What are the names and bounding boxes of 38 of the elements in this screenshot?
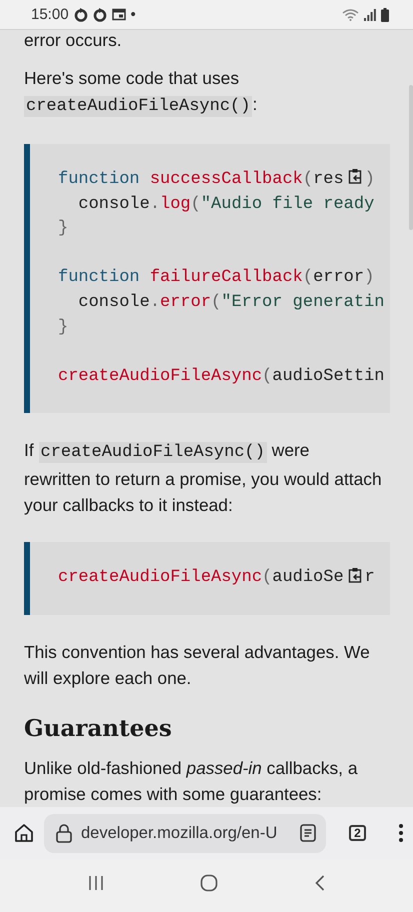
code-text: ): [364, 169, 375, 191]
calendar-icon: [112, 8, 126, 21]
home-icon[interactable]: [200, 874, 218, 892]
tab-count-button[interactable]: 2: [349, 825, 366, 841]
notification-dot: •: [130, 6, 136, 23]
signal-icon: [364, 8, 376, 20]
home-icon: [14, 823, 34, 843]
code-text: }: [58, 316, 68, 339]
address-bar[interactable]: developer.mozilla.org/en-U: [44, 814, 326, 852]
code-text: }: [58, 218, 68, 240]
code-text: console.log("Audio file ready: [77, 194, 374, 216]
status-time: 15:00: [31, 6, 69, 23]
reader-icon: [300, 824, 316, 842]
code-text: function successCallback(res: [58, 169, 344, 191]
code-text: createAudioFileAsync(audioSettin: [58, 366, 384, 388]
menu-icon: [398, 823, 404, 843]
code-text: r: [364, 567, 375, 590]
lock-icon: [56, 824, 72, 842]
code-text: console.error("Error generatin: [77, 292, 384, 314]
code-text: function failureCallback(error): [58, 267, 374, 290]
sync-icon: [92, 8, 107, 22]
recent-apps-icon[interactable]: [88, 874, 104, 890]
sync-icon: [74, 8, 88, 22]
code-text: createAudioFileAsync(audioSe: [58, 567, 344, 590]
paragraph: This convention has several advantages. We will explore each one.: [24, 640, 371, 690]
paragraph: If createAudioFileAsync() were rewritten to return a promise, you would attach your callbacks to it instead:: [24, 439, 383, 518]
back-icon[interactable]: [314, 874, 325, 890]
paragraph: Unlike old-fashioned passed-in callbacks, a promise comes with some guarantees:: [24, 756, 359, 806]
menu-button[interactable]: [398, 823, 404, 843]
paragraph: error occurs.: [24, 30, 123, 50]
section-heading: Guarantees: [24, 714, 173, 744]
copy-icon[interactable]: [348, 168, 362, 184]
wifi-icon: [342, 8, 359, 21]
paragraph: Here's some code that uses createAudioFileAsync():: [24, 67, 258, 119]
copy-icon[interactable]: [348, 566, 362, 583]
url-text: developer.mozilla.org/en-U: [81, 824, 278, 842]
battery-icon: [381, 8, 389, 22]
home-button[interactable]: [14, 823, 34, 843]
